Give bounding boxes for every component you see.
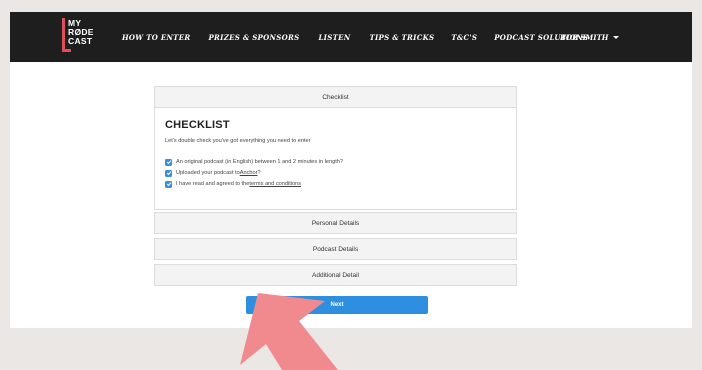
- nav-how-to-enter[interactable]: HOW TO ENTER: [122, 33, 190, 42]
- myrodecast-logo[interactable]: MY RØDE CAST: [62, 18, 102, 54]
- section-personal-details-label: Personal Details: [311, 219, 360, 227]
- anchor-link[interactable]: Anchor: [240, 170, 258, 176]
- checklist-item-label: Uploaded your podcast to: [176, 170, 240, 176]
- section-additional-detail-label: Additional Detail: [312, 271, 359, 279]
- checklist-item-label: An original podcast (in English) between…: [176, 159, 343, 165]
- nav-tips-tricks[interactable]: TIPS & TRICKS: [369, 33, 434, 42]
- logo-line-3: CAST: [68, 36, 93, 46]
- top-navbar: MY RØDE CAST HOW TO ENTER PRIZES & SPONS…: [10, 12, 692, 62]
- user-menu[interactable]: BOB SMITH: [560, 12, 620, 62]
- next-button-label: Next: [330, 302, 344, 308]
- logo-accent-foot: [62, 49, 71, 52]
- checklist-header[interactable]: Checklist: [154, 86, 517, 108]
- section-additional-detail[interactable]: Additional Detail: [154, 264, 517, 286]
- checklist-item-label-suffix: ?: [257, 170, 261, 176]
- logo-accent-bar: [62, 18, 65, 52]
- next-button[interactable]: Next: [246, 296, 428, 314]
- checklist-item-original-podcast: An original podcast (in English) between…: [165, 158, 343, 166]
- checkbox-original-podcast[interactable]: [165, 158, 172, 166]
- checkbox-uploaded-anchor[interactable]: [165, 169, 172, 177]
- checklist-title: CHECKLIST: [165, 119, 230, 131]
- check-icon: [166, 160, 171, 165]
- section-podcast-details-label: Podcast Details: [312, 245, 359, 253]
- nav-prizes-sponsors[interactable]: PRIZES & SPONSORS: [208, 33, 299, 42]
- user-name: BOB SMITH: [560, 32, 609, 42]
- terms-link[interactable]: terms and conditions: [249, 181, 301, 187]
- checklist-subtitle: Let's double check you've got everything…: [165, 138, 311, 144]
- checklist-panel: CHECKLIST Let's double check you've got …: [154, 108, 517, 210]
- logo-text: MY RØDE CAST: [68, 19, 94, 46]
- check-icon: [166, 171, 171, 176]
- nav-listen[interactable]: LISTEN: [318, 33, 350, 42]
- main-nav: HOW TO ENTER PRIZES & SPONSORS LISTEN TI…: [122, 12, 588, 62]
- chevron-down-icon: [613, 35, 620, 39]
- checklist-item-terms: I have read and agreed to the terms and …: [165, 180, 301, 188]
- checklist-item-uploaded-anchor: Uploaded your podcast to Anchor?: [165, 169, 261, 177]
- browser-viewport: MY RØDE CAST HOW TO ENTER PRIZES & SPONS…: [10, 12, 692, 328]
- nav-tcs[interactable]: T&C'S: [451, 33, 477, 42]
- checklist-header-label: Checklist: [322, 93, 349, 101]
- section-podcast-details[interactable]: Podcast Details: [154, 238, 517, 260]
- checkbox-terms[interactable]: [165, 180, 172, 188]
- check-icon: [166, 182, 171, 187]
- checklist-item-label: I have read and agreed to the: [176, 181, 250, 187]
- section-personal-details[interactable]: Personal Details: [154, 212, 517, 234]
